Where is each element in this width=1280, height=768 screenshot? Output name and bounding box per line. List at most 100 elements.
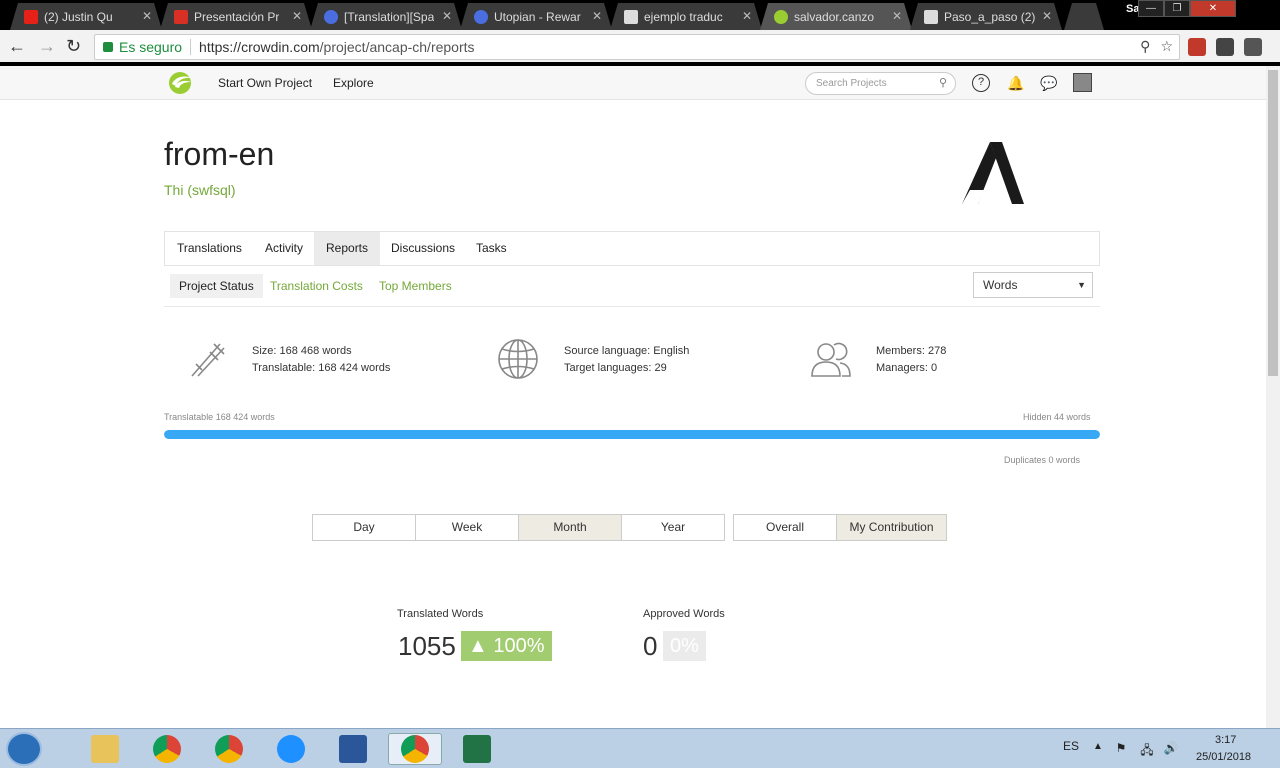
managers-value: Managers: 0: [876, 362, 938, 374]
scope-selector: Overall My Contribution: [733, 514, 947, 541]
network-icon[interactable]: 🖧: [1139, 741, 1155, 757]
size-value: Size: 168 468 words: [252, 345, 352, 357]
browser-tab[interactable]: [Translation][Spa ✕: [310, 3, 462, 30]
tab-reports[interactable]: Reports: [314, 232, 381, 265]
secure-label: Es seguro: [119, 39, 183, 55]
input-language[interactable]: ES: [1063, 739, 1079, 753]
tab-discussions[interactable]: Discussions: [379, 232, 467, 265]
browser-tab[interactable]: (2) Justin Qu ✕: [10, 3, 162, 30]
tab-translations[interactable]: Translations: [165, 232, 254, 265]
subtab-translation-costs[interactable]: Translation Costs: [261, 274, 372, 298]
start-button[interactable]: [6, 732, 42, 766]
file-explorer-icon[interactable]: [78, 733, 132, 765]
reload-icon[interactable]: ↻: [66, 36, 81, 57]
back-icon[interactable]: ←: [8, 36, 26, 57]
period-month-button[interactable]: Month: [519, 515, 622, 540]
divider: [190, 39, 192, 55]
crowdin-logo-icon[interactable]: [166, 72, 194, 94]
tab-title: salvador.canzo: [794, 9, 875, 24]
chrome-icon[interactable]: [202, 733, 256, 765]
zoom-icon[interactable]: ⚲: [1140, 38, 1150, 55]
utopian-icon: [474, 10, 488, 24]
subtab-top-members[interactable]: Top Members: [370, 274, 461, 298]
url-path: /project/ancap-ch/reports: [319, 39, 475, 55]
page-scrollbar[interactable]: [1266, 66, 1280, 728]
crowdin-header: Start Own Project Explore Search Project…: [0, 66, 1266, 100]
close-icon[interactable]: ✕: [742, 9, 752, 23]
chrome-active-icon[interactable]: [388, 733, 442, 765]
unit-select[interactable]: Words ▼: [973, 272, 1093, 298]
browser-tab[interactable]: Utopian - Rewar ✕: [460, 3, 612, 30]
tab-title: Utopian - Rewar: [494, 9, 581, 24]
browser-tab[interactable]: Presentación Pr ✕: [160, 3, 312, 30]
tab-tasks[interactable]: Tasks: [464, 232, 519, 265]
search-icon[interactable]: ⚲: [939, 73, 947, 94]
avatar[interactable]: [1073, 73, 1092, 92]
scope-my-contribution-button[interactable]: My Contribution: [837, 515, 946, 540]
close-icon[interactable]: ✕: [442, 9, 452, 23]
project-owner[interactable]: Thi (swfsql): [164, 182, 236, 198]
close-icon[interactable]: ✕: [1042, 9, 1052, 23]
approved-words-label: Approved Words: [643, 608, 725, 620]
omnibox-actions: ⚲ ☆: [1140, 38, 1173, 55]
notifications-bell-icon[interactable]: 🔔: [1007, 74, 1025, 92]
volume-icon[interactable]: 🔊: [1163, 741, 1179, 755]
window-controls: — ❐ ✕: [1138, 0, 1236, 17]
chrome-icon[interactable]: [140, 733, 194, 765]
close-window-icon[interactable]: ✕: [1190, 0, 1236, 17]
messages-icon[interactable]: 💬: [1040, 74, 1058, 92]
search-input[interactable]: Search Projects ⚲: [805, 72, 956, 95]
globe-icon: [498, 339, 538, 379]
tab-activity[interactable]: Activity: [253, 232, 315, 265]
subtab-project-status[interactable]: Project Status: [170, 274, 263, 298]
duplicates-label: Duplicates 0 words: [1004, 455, 1081, 465]
period-year-button[interactable]: Year: [622, 515, 724, 540]
tab-title: (2) Justin Qu: [44, 9, 113, 24]
help-icon[interactable]: ?: [972, 74, 990, 92]
tab-title: ejemplo traduc: [644, 9, 723, 24]
menu-icon[interactable]: [1244, 38, 1262, 56]
document-icon: [924, 10, 938, 24]
tab-title: Paso_a_paso (2): [944, 9, 1036, 24]
translatable-value: Translatable: 168 424 words: [252, 362, 391, 374]
language-stats: Source language: English Target language…: [564, 343, 689, 377]
forward-icon[interactable]: →: [38, 36, 56, 57]
extension-icon[interactable]: [1188, 38, 1206, 56]
action-center-icon[interactable]: ⚑: [1113, 741, 1129, 755]
clock-date[interactable]: 25/01/2018: [1196, 751, 1251, 763]
member-stats: Members: 278 Managers: 0: [876, 343, 946, 377]
nav-explore[interactable]: Explore: [333, 76, 374, 90]
youtube-icon: [24, 10, 38, 24]
address-bar[interactable]: Es seguro https://crowdin.com/project/an…: [94, 34, 1180, 60]
translatable-label: Translatable 168 424 words: [164, 412, 275, 422]
browser-tab[interactable]: ejemplo traduc ✕: [610, 3, 762, 30]
scope-overall-button[interactable]: Overall: [734, 515, 837, 540]
translated-words-badge: ▲ 100%: [461, 631, 552, 661]
scrollbar-thumb[interactable]: [1268, 70, 1278, 376]
nav-start-own-project[interactable]: Start Own Project: [218, 76, 312, 90]
bookmark-star-icon[interactable]: ☆: [1160, 38, 1173, 55]
report-subtabs: Project Status Translation Costs Top Mem…: [164, 266, 1100, 307]
target-languages: Target languages: 29: [564, 362, 667, 374]
close-icon[interactable]: ✕: [142, 9, 152, 23]
close-icon[interactable]: ✕: [892, 9, 902, 23]
word-icon[interactable]: [326, 733, 380, 765]
tray-expand-icon[interactable]: ▲: [1093, 741, 1103, 752]
clock-time[interactable]: 3:17: [1215, 734, 1236, 746]
minimize-icon[interactable]: —: [1138, 0, 1164, 17]
close-icon[interactable]: ✕: [292, 9, 302, 23]
caliper-icon: [191, 343, 225, 377]
restore-icon[interactable]: ❐: [1164, 0, 1190, 17]
browser-tab[interactable]: salvador.canzo ✕: [760, 3, 912, 30]
extension-icon[interactable]: [1216, 38, 1234, 56]
browser-tab[interactable]: Paso_a_paso (2) ✕: [910, 3, 1062, 30]
approved-words-value: 0: [643, 631, 658, 661]
new-tab-button[interactable]: [1064, 3, 1104, 30]
close-icon[interactable]: ✕: [592, 9, 602, 23]
internet-explorer-icon[interactable]: [264, 733, 318, 765]
page-title: from-en: [164, 136, 275, 172]
excel-icon[interactable]: [450, 733, 504, 765]
period-day-button[interactable]: Day: [313, 515, 416, 540]
extension-icons: [1188, 38, 1262, 56]
period-week-button[interactable]: Week: [416, 515, 519, 540]
